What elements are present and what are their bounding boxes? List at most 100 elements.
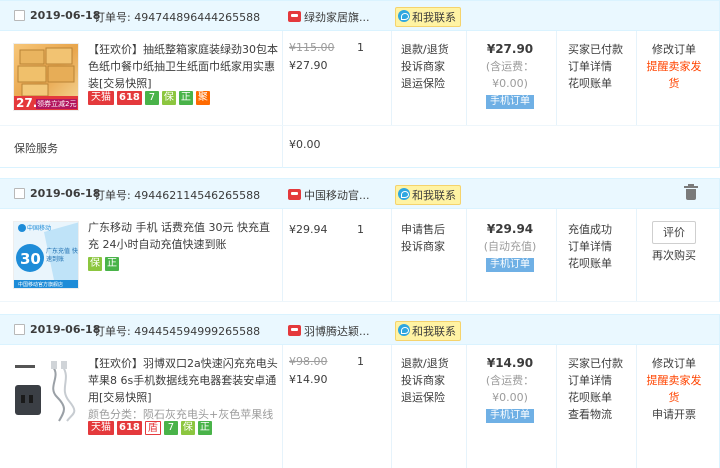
genuine-icon[interactable]: 正 — [197, 421, 212, 435]
product-title[interactable]: 【狂欢价】抽纸整箱家庭装绿劲30包本色纸巾餐巾纸抽卫生纸面巾纸家用实惠装[交易快… — [88, 41, 283, 92]
chat-icon — [398, 324, 410, 336]
order-header: 2019-06-18 订单号: 494454594999265588 羽博腾达颖… — [0, 315, 719, 345]
shop-icon — [288, 325, 301, 336]
genuine-icon[interactable]: 正 — [105, 257, 119, 271]
complain-link[interactable]: 投诉商家 — [401, 372, 449, 389]
total-amount: ¥27.90 — [486, 42, 534, 56]
shop-icon — [288, 189, 301, 200]
quantity: 1 — [357, 355, 364, 368]
order-status: 充值成功 订单详情 花呗账单 — [568, 221, 612, 272]
chat-icon — [398, 10, 410, 22]
juhuasuan-icon[interactable]: 聚 — [195, 91, 210, 105]
huabei-bill-link[interactable]: 花呗账单 — [568, 75, 623, 92]
order-actions: 修改订单 提醒卖家发货 申请开票 — [642, 355, 706, 423]
order-actions: 修改订单 提醒卖家发货 — [642, 41, 706, 92]
insurance-service-label: 保险服务 — [14, 142, 58, 155]
original-price: ¥98.00 — [289, 355, 328, 368]
order-checkbox[interactable] — [14, 324, 25, 335]
promo-618-badge[interactable]: 618 — [117, 91, 142, 105]
shop-link[interactable]: 绿劲家居旗... — [288, 9, 370, 25]
huabei-bill-link[interactable]: 花呗账单 — [568, 255, 612, 272]
order-number: 订单号: 494454594999265588 — [94, 325, 261, 338]
order-card: 2019-06-18 订单号: 494462114546265588 中国移动官… — [0, 178, 720, 302]
title-text: 广东移动 手机 话费充值 30元 快充直充 24小时自动充值快速到账 — [88, 221, 270, 251]
logistics-link[interactable]: 查看物流 — [568, 406, 623, 423]
shield-icon[interactable]: 盾 — [144, 421, 161, 435]
insurance-service-price: ¥0.00 — [289, 138, 321, 151]
total-amount: ¥14.90 — [486, 356, 534, 370]
tmall-badge[interactable]: 天猫 — [88, 421, 114, 435]
order-actions: 评价 再次购买 — [642, 221, 706, 264]
order-number: 订单号: 494462114546265588 — [94, 189, 261, 202]
complain-link[interactable]: 投诉商家 — [401, 238, 445, 255]
product-title[interactable]: 【狂欢价】羽博双口2a快速闪充充电头苹果8 6s手机数据线充电器套装安卓通用[交… — [88, 355, 283, 423]
unit-price: ¥27.90 — [289, 59, 328, 72]
product-thumbnail[interactable]: 中国移动 30 广东充值 快速到账 中国移动官方旗舰店 — [13, 221, 79, 289]
modify-order-link[interactable]: 修改订单 — [642, 41, 706, 58]
order-number: 订单号: 494744896444265588 — [94, 11, 261, 24]
shipping-note: (含运费：¥0.00) — [485, 60, 535, 90]
order-item-row: 27. 领券立减2元 【狂欢价】抽纸整箱家庭装绿劲30包本色纸巾餐巾纸抽卫生纸面… — [0, 31, 719, 126]
complain-link[interactable]: 投诉商家 — [401, 58, 449, 75]
tmall-badge[interactable]: 天猫 — [88, 91, 114, 105]
request-invoice-link[interactable]: 申请开票 — [642, 406, 706, 423]
refund-link[interactable]: 退款/退货 — [401, 355, 449, 372]
buy-again-link[interactable]: 再次购买 — [642, 247, 706, 264]
huabei-bill-link[interactable]: 花呗账单 — [568, 389, 623, 406]
remind-ship-link[interactable]: 提醒卖家发货 — [642, 372, 706, 406]
contact-label: 和我联系 — [412, 325, 456, 338]
original-price: ¥115.00 — [289, 41, 335, 54]
after-sale-links: 退款/退货 投诉商家 退运保险 — [401, 41, 449, 92]
order-date: 2019-06-18 — [30, 323, 101, 336]
order-status: 买家已付款 订单详情 花呗账单 — [568, 41, 623, 92]
shop-name: 羽博腾达颖... — [304, 325, 370, 338]
shop-name: 绿劲家居旗... — [304, 11, 370, 24]
order-date: 2019-06-18 — [30, 9, 101, 22]
after-sale-link[interactable]: 申请售后 — [401, 221, 445, 238]
after-sale-links: 退款/退货 投诉商家 退运保险 — [401, 355, 449, 406]
order-detail-link[interactable]: 订单详情 — [568, 238, 612, 255]
seven-day-return-icon[interactable]: 7 — [144, 91, 159, 105]
order-checkbox[interactable] — [14, 10, 25, 21]
seven-day-return-icon[interactable]: 7 — [163, 421, 178, 435]
product-thumbnail[interactable] — [13, 357, 79, 425]
product-thumbnail[interactable]: 27. 领券立减2元 — [13, 43, 79, 111]
shop-link[interactable]: 羽博腾达颖... — [288, 323, 370, 339]
badge-row: 天猫 618 盾 7 保 正 — [88, 421, 212, 435]
badge-row: 天猫 618 7 保 正 聚 — [88, 91, 210, 105]
contact-seller-button[interactable]: 和我联系 — [395, 321, 461, 341]
guarantee-icon[interactable]: 保 — [161, 91, 176, 105]
genuine-icon[interactable]: 正 — [178, 91, 193, 105]
shop-link[interactable]: 中国移动官... — [288, 187, 370, 203]
order-date: 2019-06-18 — [30, 187, 101, 200]
refund-link[interactable]: 退款/退货 — [401, 41, 449, 58]
modify-order-link[interactable]: 修改订单 — [642, 355, 706, 372]
product-title[interactable]: 广东移动 手机 话费充值 30元 快充直充 24小时自动充值快速到账 — [88, 219, 278, 253]
title-prefix: 【狂欢价】 — [88, 357, 143, 370]
contact-seller-button[interactable]: 和我联系 — [395, 185, 461, 205]
remind-ship-link[interactable]: 提醒卖家发货 — [642, 58, 706, 92]
order-total: ¥29.94 (自动充值) 手机订单 — [470, 221, 550, 272]
contact-label: 和我联系 — [412, 189, 456, 202]
return-insurance-link[interactable]: 退运保险 — [401, 389, 449, 406]
contact-seller-button[interactable]: 和我联系 — [395, 7, 461, 27]
order-status: 买家已付款 订单详情 花呗账单 查看物流 — [568, 355, 623, 423]
return-insurance-link[interactable]: 退运保险 — [401, 75, 449, 92]
order-checkbox[interactable] — [14, 188, 25, 199]
order-list: { "orders": [ { "date": "2019-06-18", "o… — [0, 0, 720, 468]
badge-row: 保 正 — [88, 257, 119, 271]
evaluate-button[interactable]: 评价 — [652, 221, 696, 244]
promo-618-badge[interactable]: 618 — [117, 421, 142, 435]
order-detail-link[interactable]: 订单详情 — [568, 58, 623, 75]
after-sale-links: 申请售后 投诉商家 — [401, 221, 445, 255]
title-prefix: 【狂欢价】 — [88, 43, 143, 56]
guarantee-icon[interactable]: 保 — [88, 257, 102, 271]
order-detail-link[interactable]: 订单详情 — [568, 372, 623, 389]
total-amount: ¥29.94 — [486, 222, 534, 236]
thumb-amount: 30 — [20, 250, 41, 268]
unit-price: ¥14.90 — [289, 373, 328, 386]
guarantee-icon[interactable]: 保 — [180, 421, 195, 435]
delete-order-icon[interactable] — [684, 184, 698, 201]
order-card: 2019-06-18 订单号: 494744896444265588 绿劲家居旗… — [0, 0, 720, 168]
order-header: 2019-06-18 订单号: 494462114546265588 中国移动官… — [0, 179, 719, 209]
